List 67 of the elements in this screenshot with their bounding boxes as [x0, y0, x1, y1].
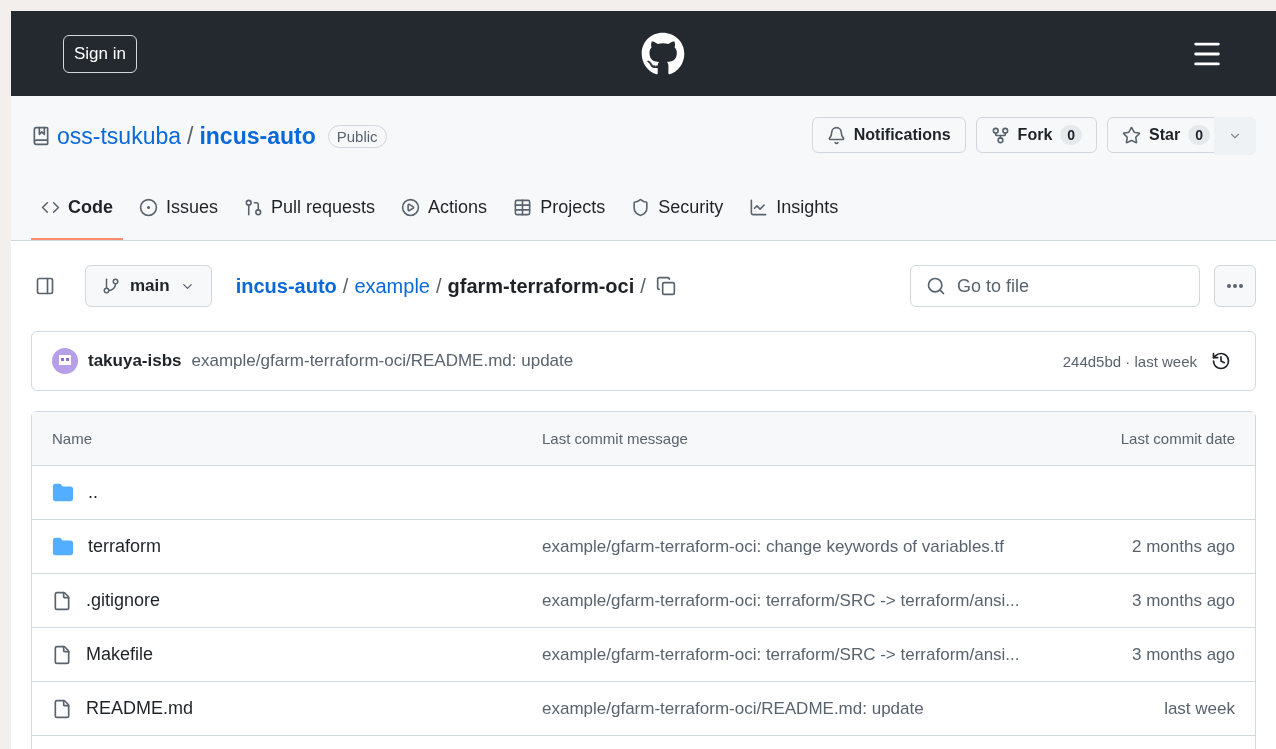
commit-message-cell[interactable]: example/gfarm-terraform-oci/README.md: update — [542, 698, 924, 719]
repo-name-link[interactable]: incus-auto — [199, 122, 316, 150]
more-options-button[interactable] — [1214, 265, 1256, 307]
pulls-icon — [244, 197, 264, 217]
count-label: 0 — [1188, 125, 1210, 145]
commit-message-cell[interactable]: example/gfarm-terraform-oci: terraform/SRC -> terraform/ansi... — [542, 590, 1020, 611]
projects-icon — [513, 197, 533, 217]
commit-author[interactable]: takuya-isbs — [88, 351, 182, 371]
history-icon — [1211, 351, 1231, 371]
path-separator: / — [436, 274, 442, 298]
repo-tab[interactable]: Code — [31, 176, 123, 240]
commit-date-cell: last week — [1164, 698, 1235, 719]
repo-tab[interactable]: Security — [621, 176, 734, 240]
sign-in-button[interactable]: Sign in — [63, 34, 137, 73]
go-to-file-field[interactable]: Go to file — [910, 265, 1200, 307]
owner-link[interactable]: oss-tsukuba — [57, 122, 181, 150]
file-icon — [52, 698, 72, 719]
commit-sha[interactable]: 244d5bd · last week — [1062, 352, 1197, 370]
star-dropdown-button[interactable] — [1214, 117, 1256, 155]
avatar-icon — [52, 348, 78, 374]
actions-icon — [401, 197, 421, 217]
breadcrumb-link[interactable]: example — [354, 274, 430, 298]
path-separator: / — [342, 274, 349, 298]
notifications-button[interactable]: Notifications — [811, 117, 966, 153]
path-separator: / — [640, 274, 646, 298]
panel-icon — [35, 276, 55, 296]
commit-message-cell[interactable]: example/gfarm-terraform-oci: change keywords of variables.tf — [542, 536, 1004, 557]
branch-icon — [102, 277, 120, 295]
breadcrumb-link[interactable]: incus-auto — [235, 274, 337, 298]
github-logo-icon[interactable] — [641, 31, 686, 76]
issues-icon — [139, 197, 158, 217]
commit-message-cell[interactable]: example/gfarm-terraform-oci: terraform/SRC -> terraform/ansi... — [542, 644, 1020, 665]
column-header: Last commit message — [542, 430, 688, 447]
file-name-link[interactable]: .gitignore — [86, 590, 161, 611]
repo-icon — [31, 126, 51, 146]
file-name-link[interactable]: terraform — [88, 536, 161, 557]
repo-tab[interactable]: Projects — [503, 176, 616, 240]
commit-date-cell: 3 months ago — [1132, 644, 1235, 665]
bell-icon — [826, 125, 846, 145]
column-header: Last commit date — [1120, 430, 1235, 447]
count-label: 0 — [1060, 125, 1083, 145]
insights-icon — [749, 197, 769, 217]
copy-icon — [655, 276, 676, 296]
repo-tab[interactable]: Issues — [129, 176, 229, 240]
security-icon — [631, 197, 651, 217]
commit-date-cell: 2 months ago — [1132, 536, 1235, 557]
file-icon — [52, 644, 72, 665]
current-folder: gfarm-terraform-oci — [447, 274, 635, 298]
file-name-link[interactable]: .. — [88, 482, 98, 503]
folder-icon — [52, 535, 74, 558]
commit-date-cell: 3 months ago — [1132, 590, 1235, 611]
search-icon — [926, 276, 946, 296]
star-icon — [1122, 125, 1142, 145]
path-separator: / — [187, 122, 194, 150]
ellipsis-icon — [1227, 284, 1243, 288]
folder-icon — [52, 481, 74, 504]
file-name-link[interactable]: Makefile — [86, 644, 154, 665]
file-icon — [52, 590, 72, 611]
column-header: Name — [52, 430, 92, 447]
file-name-link[interactable]: README.md — [86, 698, 193, 719]
repo-tab[interactable]: Actions — [391, 176, 498, 240]
repo-tab[interactable]: Pull requests — [234, 176, 386, 240]
commit-message[interactable]: example/gfarm-terraform-oci/README.md: update — [191, 351, 1053, 371]
branch-button[interactable]: main — [85, 265, 212, 307]
fork-button[interactable]: Fork 0 — [975, 117, 1098, 153]
fork-icon — [990, 125, 1010, 145]
repo-tab[interactable]: Insights — [739, 176, 849, 240]
